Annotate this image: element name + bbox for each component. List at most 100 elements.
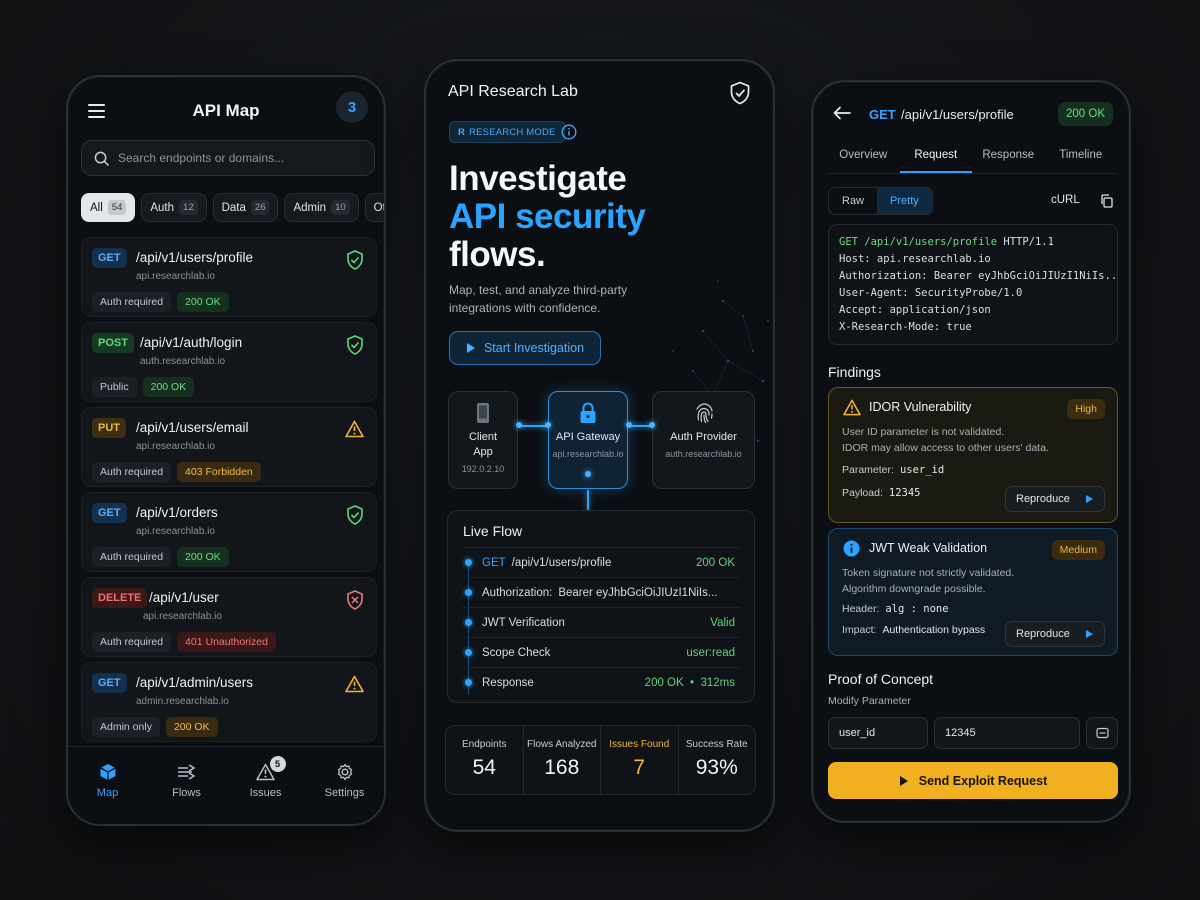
chip-label: Admin [293,201,327,214]
stat-value: 93% [695,756,738,779]
status-tag: 200 OK [177,547,229,567]
chip-count: 12 [179,200,198,215]
status-tag: 403 Forbidden [177,462,261,482]
chip-count: 26 [250,200,270,215]
flow-step-scope[interactable]: Scope Check user:read [462,637,740,667]
access-tag: Auth required [92,547,172,567]
tab-request[interactable]: Request [899,144,972,173]
endpoint-row[interactable]: GET /api/v1/admin/users admin.researchla… [81,662,377,742]
param-options-button[interactable] [1086,717,1118,749]
finding-card-jwt[interactable]: JWT Weak Validation Medium Token signatu… [828,528,1118,656]
filter-chip-admin[interactable]: Admin 10 [284,193,359,222]
reproduce-button[interactable]: Reproduce [1005,486,1105,512]
access-tag: Auth required [92,462,172,482]
status-tag: 200 OK [165,717,218,737]
raw-toggle[interactable]: Raw [829,188,877,214]
button-label: Start Investigation [483,341,585,355]
endpoint-row[interactable]: POST /api/v1/auth/login auth.researchlab… [81,322,377,402]
code-protocol: HTTP/1.1 [997,236,1054,248]
research-mode-label: RESEARCH MODE [469,126,556,138]
gear-icon [337,763,352,781]
param-value-field[interactable] [934,717,1080,749]
finding-payload: Payload: 12345 [842,487,920,499]
api-map-header: API Map 3 [68,77,384,145]
warning-icon [345,675,364,693]
filter-chip-auth[interactable]: Auth 12 [141,193,207,222]
stat-value: 7 [633,756,646,779]
flow-request-path: /api/v1/users/profile [511,556,612,569]
notification-count-badge[interactable]: 3 [336,91,368,123]
flow-step-request[interactable]: GET /api/v1/users/profile 200 OK [462,547,740,577]
endpoint-row[interactable]: DELETE /api/v1/user api.researchlab.io A… [81,577,377,657]
pretty-toggle[interactable]: Pretty [877,188,932,214]
kv-value: 12345 [888,487,921,499]
tab-response[interactable]: Response [972,144,1045,173]
shield-check-icon[interactable] [729,81,751,105]
node-client-app[interactable]: Client App 192.0.2.10 [448,391,518,489]
method-badge: POST [92,333,134,353]
back-arrow-icon[interactable] [833,106,851,120]
view-mode-toggle: Raw Pretty [828,187,933,215]
chip-count: 10 [331,200,350,215]
search-icon [94,151,109,166]
status-tag: 401 Unauthorized [177,632,276,652]
chip-label: Other [373,201,386,214]
play-icon [466,343,475,353]
access-tag: Public [92,377,137,397]
flow-step-jwt[interactable]: JWT Verification Valid [462,607,740,637]
endpoint-path: /api/v1/users/profile [136,250,254,265]
stat-label: Success Rate [685,739,748,750]
code-header-line: User-Agent: SecurityProbe/1.0 [839,287,1023,299]
tab-issues[interactable]: 5 Issues [226,747,305,824]
tab-map[interactable]: Map [68,747,147,824]
tab-settings[interactable]: Settings [305,747,384,824]
flow-auth-value: Bearer eyJhbGciOiJIUzI1NiIs... [558,586,718,599]
endpoint-list: GET /api/v1/users/profile api.researchla… [81,237,377,747]
code-header-line: Accept: application/json [839,304,991,316]
tab-label: Settings [324,787,365,799]
severity-badge: High [1067,399,1105,419]
flow-scope-value: user:read [686,646,735,659]
kv-key: Parameter: [842,464,894,476]
flow-dot [465,679,472,686]
finding-card-idor[interactable]: IDOR Vulnerability High User ID paramete… [828,387,1118,523]
flow-dot [465,589,472,596]
method-badge: GET [92,248,127,268]
filter-chip-other[interactable]: Other6 [364,193,386,222]
finding-impact: Impact: Authentication bypass [842,624,985,636]
chip-label: Data [221,201,246,214]
finding-parameter: Parameter: user_id [842,464,944,476]
chip-label: Auth [150,201,175,214]
start-investigation-button[interactable]: Start Investigation [449,331,601,365]
curl-button[interactable]: cURL [1051,194,1080,206]
button-label: Reproduce [1016,628,1070,640]
endpoint-row[interactable]: GET /api/v1/orders api.researchlab.io Au… [81,492,377,572]
param-name-field[interactable] [828,717,928,749]
search-bar[interactable] [81,140,375,176]
tab-overview[interactable]: Overview [827,144,900,173]
send-exploit-button[interactable]: Send Exploit Request [828,762,1118,799]
stat-value: 54 [472,756,496,779]
reproduce-button[interactable]: Reproduce [1005,621,1105,647]
flow-step-response[interactable]: Response 200 OK • 312ms [462,667,740,697]
tab-flows[interactable]: Flows [147,747,226,824]
filter-chip-all[interactable]: All 54 [81,193,136,222]
filter-chip-data[interactable]: Data 26 [212,193,279,222]
button-label: Send Exploit Request [918,773,1048,788]
flow-request-method: GET [482,556,506,569]
request-path: /api/v1/users/profile [901,107,1014,122]
stats-panel: Endpoints 54 Flows Analyzed 168 Issues Fou… [445,725,756,795]
kv-key: Payload: [842,487,883,499]
endpoint-host: api.researchlab.io [143,611,222,622]
endpoint-row[interactable]: GET /api/v1/users/profile api.researchla… [81,237,377,317]
flow-step-authorization[interactable]: Authorization: Bearer eyJhbGciOiJIUzI1Ni… [462,577,740,607]
copy-icon[interactable] [1100,194,1113,208]
tab-timeline[interactable]: Timeline [1045,144,1118,173]
connector-dot [585,471,591,477]
endpoint-host: auth.researchlab.io [140,356,226,367]
node-auth-provider[interactable]: Auth Provider auth.researchlab.io [652,391,755,489]
info-icon[interactable] [561,124,577,140]
endpoint-row[interactable]: PUT /api/v1/users/email api.researchlab.… [81,407,377,487]
search-input[interactable] [118,151,358,165]
connector-dot [516,422,522,428]
